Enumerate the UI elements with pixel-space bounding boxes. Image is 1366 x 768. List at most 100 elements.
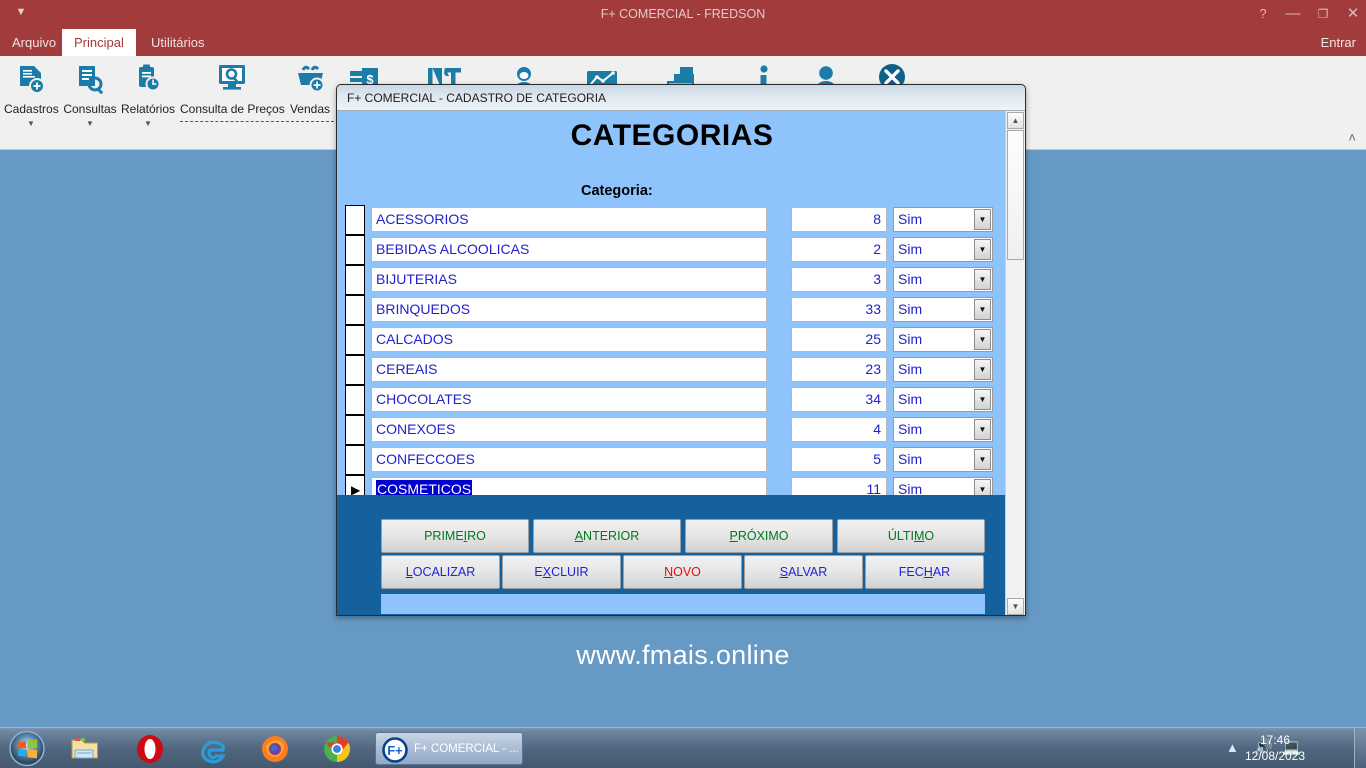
row-selector[interactable] (345, 355, 365, 385)
chevron-down-icon[interactable]: ▼ (974, 209, 991, 230)
firefox-icon[interactable] (260, 734, 290, 764)
status-field[interactable] (381, 594, 985, 614)
row-selector[interactable] (345, 295, 365, 325)
cell-ativa-dropdown[interactable]: Sim ▼ (893, 297, 993, 322)
ribbon-item-cadastros[interactable]: Cadastros ▼ (4, 60, 59, 128)
nav-button-primeiro[interactable]: PRIMEIRO (381, 519, 529, 553)
cell-ativa-value: Sim (898, 361, 923, 377)
action-button-localizar[interactable]: LOCALIZAR (381, 555, 500, 589)
cell-categoria[interactable]: CALCADOS (371, 327, 767, 352)
nav-button-prximo[interactable]: PRÓXIMO (685, 519, 833, 553)
categoria-grid: ACESSORIOS 8 Sim ▼ BEBIDAS ALCOOLICAS 2 Sim ▼ BI… (345, 205, 1001, 505)
cell-codigo[interactable]: 8 (791, 207, 887, 232)
login-link[interactable]: Entrar (1321, 29, 1356, 56)
scroll-thumb[interactable] (1007, 130, 1024, 260)
scroll-up-icon[interactable]: ▲ (1007, 112, 1024, 129)
tab-principal[interactable]: Principal (62, 29, 136, 56)
minimize-button[interactable]: — (1278, 3, 1308, 25)
table-row[interactable]: CEREAIS 23 Sim ▼ (345, 355, 1001, 385)
opera-icon[interactable] (135, 734, 165, 764)
cell-categoria[interactable]: ACESSORIOS (371, 207, 767, 232)
cell-codigo[interactable]: 25 (791, 327, 887, 352)
cell-categoria[interactable]: BIJUTERIAS (371, 267, 767, 292)
table-row[interactable]: BIJUTERIAS 3 Sim ▼ (345, 265, 1001, 295)
action-button-novo[interactable]: NOVO (623, 555, 742, 589)
help-button[interactable]: ? (1248, 3, 1278, 25)
table-row[interactable]: BEBIDAS ALCOOLICAS 2 Sim ▼ (345, 235, 1001, 265)
row-selector[interactable] (345, 325, 365, 355)
chrome-icon[interactable] (322, 734, 352, 764)
windows-start-orb-icon[interactable] (4, 730, 50, 767)
cell-categoria[interactable]: BRINQUEDOS (371, 297, 767, 322)
dialog-footer: PRIMEIRO ANTERIOR PRÓXIMO ÚLTIMO LOCALIZAR EX… (337, 495, 1007, 615)
cell-codigo[interactable]: 3 (791, 267, 887, 292)
nav-button-ltimo[interactable]: ÚLTIMO (837, 519, 985, 553)
row-selector[interactable] (345, 205, 365, 235)
row-selector[interactable] (345, 235, 365, 265)
cell-codigo[interactable]: 33 (791, 297, 887, 322)
cell-codigo[interactable]: 4 (791, 417, 887, 442)
row-selector[interactable] (345, 445, 365, 475)
dialog-scrollbar[interactable]: ▲ ▼ (1005, 111, 1025, 615)
row-selector[interactable] (345, 265, 365, 295)
tab-utilitarios[interactable]: Utilitários (139, 29, 216, 56)
show-desktop-button[interactable] (1354, 728, 1366, 768)
ribbon-tab-strip: Arquivo Principal Utilitários Entrar (0, 29, 1366, 56)
ribbon-item-vendas[interactable]: Vendas (286, 60, 334, 122)
chevron-down-icon[interactable]: ▼ (974, 449, 991, 470)
ribbon-label: Consultas (63, 102, 117, 116)
close-button[interactable]: ✕ (1338, 3, 1366, 25)
chevron-down-icon[interactable]: ▼ (4, 119, 58, 128)
table-row[interactable]: CALCADOS 25 Sim ▼ (345, 325, 1001, 355)
cell-codigo[interactable]: 2 (791, 237, 887, 262)
row-selector[interactable] (345, 385, 365, 415)
chevron-down-icon[interactable]: ▼ (120, 119, 176, 128)
table-row[interactable]: CHOCOLATES 34 Sim ▼ (345, 385, 1001, 415)
cell-ativa-dropdown[interactable]: Sim ▼ (893, 267, 993, 292)
ribbon-item-relatorios[interactable]: Relatórios ▼ (120, 60, 176, 128)
action-button-excluir[interactable]: EXCLUIR (502, 555, 621, 589)
chevron-down-icon[interactable]: ▼ (974, 419, 991, 440)
tab-arquivo[interactable]: Arquivo (0, 29, 68, 56)
cell-ativa-dropdown[interactable]: Sim ▼ (893, 207, 993, 232)
cell-categoria[interactable]: CEREAIS (371, 357, 767, 382)
dialog-titlebar[interactable]: F+ COMERCIAL - CADASTRO DE CATEGORIA (337, 85, 1025, 111)
chevron-down-icon[interactable]: ▼ (974, 359, 991, 380)
cell-ativa-dropdown[interactable]: Sim ▼ (893, 327, 993, 352)
maximize-button[interactable]: ❐ (1308, 3, 1338, 25)
taskbar-clock[interactable]: 17:46 12/08/2023 (1232, 732, 1318, 764)
scroll-down-icon[interactable]: ▼ (1007, 598, 1024, 615)
chevron-down-icon[interactable]: ▼ (974, 239, 991, 260)
cell-categoria[interactable]: CONEXOES (371, 417, 767, 442)
cell-codigo[interactable]: 5 (791, 447, 887, 472)
chevron-down-icon[interactable]: ▼ (974, 299, 991, 320)
action-button-fechar[interactable]: FECHAR (865, 555, 984, 589)
cell-ativa-dropdown[interactable]: Sim ▼ (893, 387, 993, 412)
row-selector[interactable] (345, 415, 365, 445)
table-row[interactable]: BRINQUEDOS 33 Sim ▼ (345, 295, 1001, 325)
cell-ativa-dropdown[interactable]: Sim ▼ (893, 417, 993, 442)
cell-codigo[interactable]: 34 (791, 387, 887, 412)
taskbar-app-button[interactable]: F+ F+ COMERCIAL - ... (375, 732, 523, 765)
internet-explorer-icon[interactable] (198, 734, 228, 764)
chevron-down-icon[interactable]: ▼ (974, 269, 991, 290)
ribbon-collapse-icon[interactable]: ˄ (1348, 130, 1356, 145)
ribbon-item-consultas[interactable]: Consultas ▼ (62, 60, 118, 128)
cell-codigo[interactable]: 23 (791, 357, 887, 382)
ribbon-item-consulta-de-precos[interactable]: Consulta de Preços (180, 60, 285, 122)
cell-ativa-dropdown[interactable]: Sim ▼ (893, 237, 993, 262)
cell-ativa-dropdown[interactable]: Sim ▼ (893, 447, 993, 472)
cell-categoria[interactable]: BEBIDAS ALCOOLICAS (371, 237, 767, 262)
table-row[interactable]: CONEXOES 4 Sim ▼ (345, 415, 1001, 445)
table-row[interactable]: ACESSORIOS 8 Sim ▼ (345, 205, 1001, 235)
file-explorer-icon[interactable] (70, 734, 100, 764)
cell-categoria[interactable]: CHOCOLATES (371, 387, 767, 412)
action-button-salvar[interactable]: SALVAR (744, 555, 863, 589)
chevron-down-icon[interactable]: ▼ (974, 389, 991, 410)
chevron-down-icon[interactable]: ▼ (62, 119, 118, 128)
table-row[interactable]: CONFECCOES 5 Sim ▼ (345, 445, 1001, 475)
cell-ativa-dropdown[interactable]: Sim ▼ (893, 357, 993, 382)
nav-button-anterior[interactable]: ANTERIOR (533, 519, 681, 553)
chevron-down-icon[interactable]: ▼ (974, 329, 991, 350)
cell-categoria[interactable]: CONFECCOES (371, 447, 767, 472)
